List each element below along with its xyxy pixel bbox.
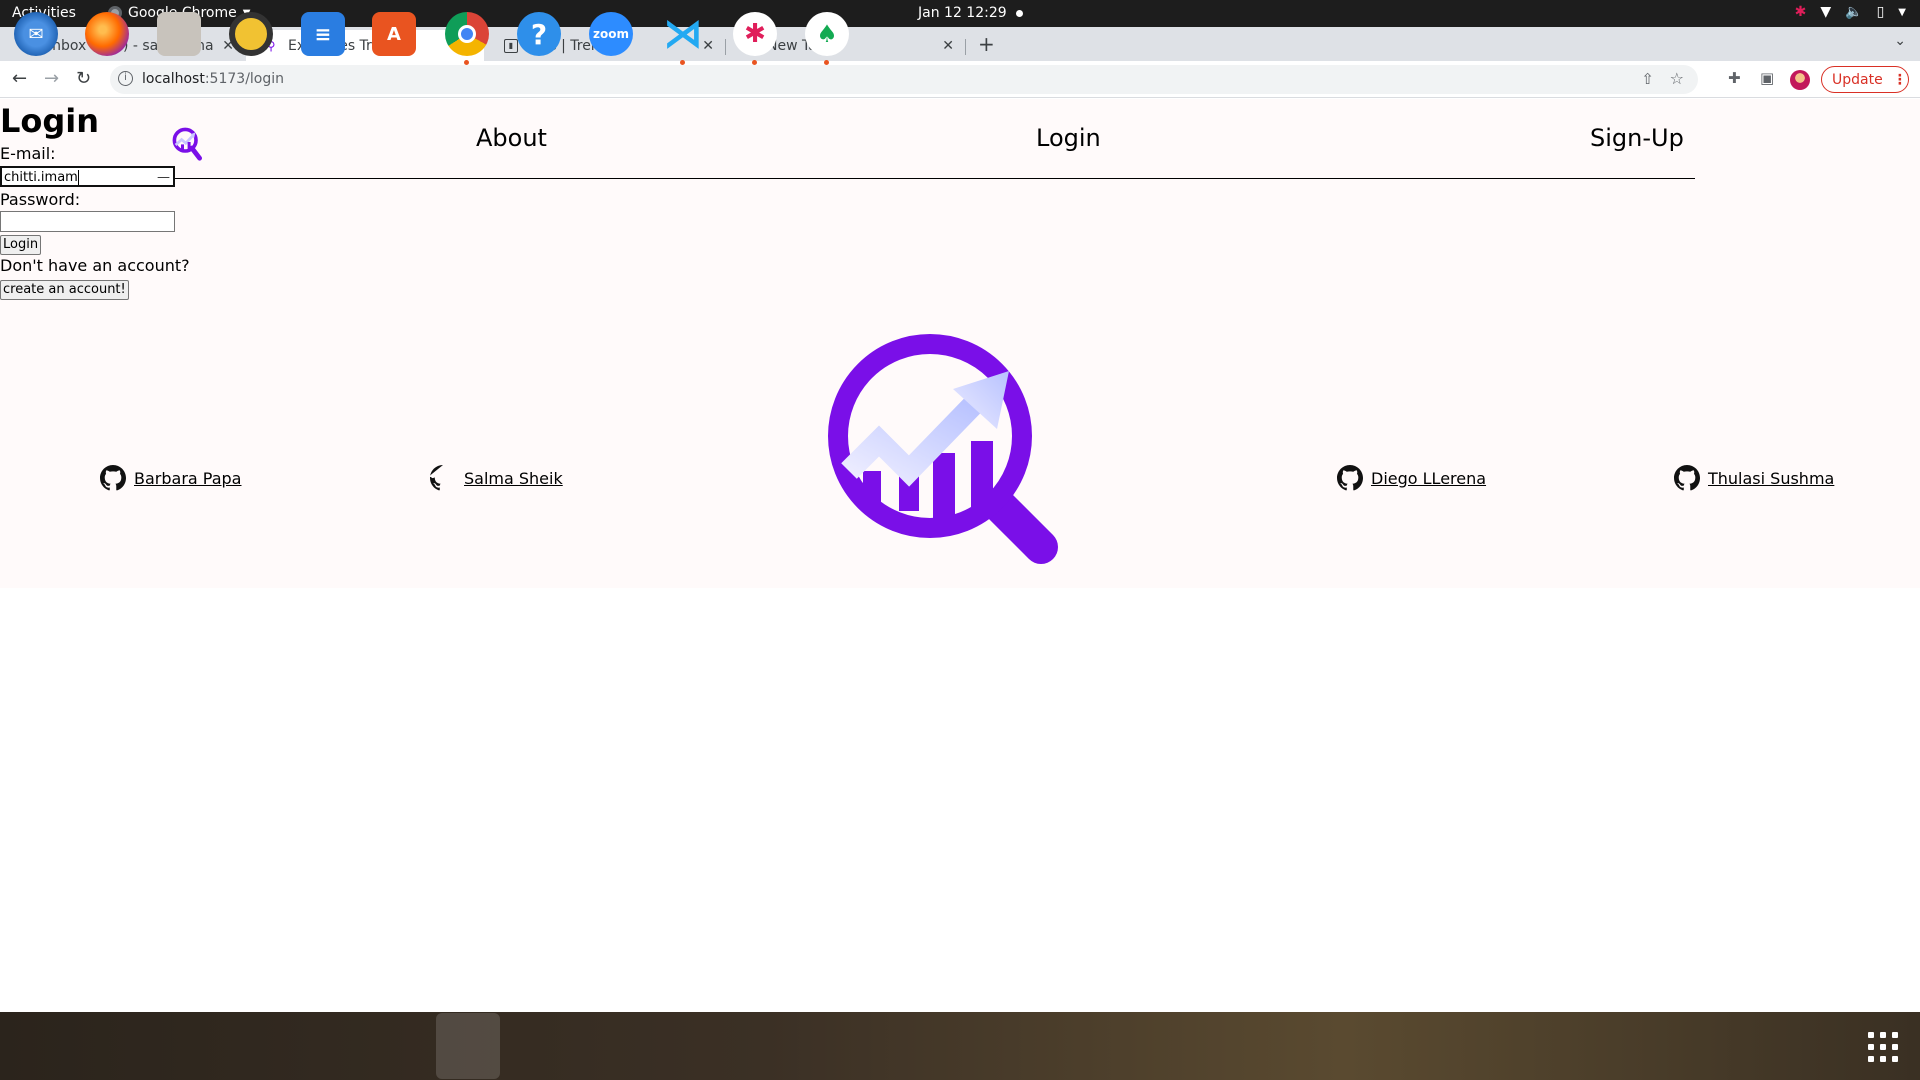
side-panel-icon[interactable]: ▣ (1760, 69, 1774, 87)
close-icon[interactable]: ✕ (942, 38, 954, 54)
ubuntu-dock (0, 1012, 1920, 1080)
update-label: Update (1832, 71, 1883, 88)
zoom-label: zoom (593, 27, 629, 41)
thunderbird-icon[interactable]: ✉ (14, 12, 58, 56)
notification-dot-icon (1016, 10, 1023, 17)
more-vert-icon: ⋮ (1892, 71, 1907, 88)
nav-divider (175, 178, 1695, 179)
trello-icon: ▮ (504, 38, 518, 53)
new-tab-button[interactable]: + (978, 32, 995, 56)
autofill-icon[interactable]: — (157, 168, 170, 187)
no-account-text: Don't have an account? (0, 256, 190, 275)
password-label: Password: (0, 190, 81, 209)
contributor-link[interactable]: Barbara Papa (100, 465, 241, 491)
url-text[interactable]: localhost:5173/login (142, 71, 284, 87)
contributor-name: Diego LLerena (1371, 468, 1487, 488)
dock-active-highlight (436, 1013, 500, 1079)
contributor-name: Barbara Papa (134, 468, 242, 488)
profile-avatar[interactable] (1790, 70, 1810, 90)
back-arrow-icon[interactable]: ← (12, 68, 27, 89)
help-icon[interactable]: ? (517, 12, 561, 56)
nav-link-about[interactable]: About (476, 124, 547, 152)
nav-link-login[interactable]: Login (1036, 124, 1101, 152)
extensions-puzzle-icon[interactable]: ✚ (1728, 69, 1741, 87)
battery-icon[interactable]: ▯ (1877, 4, 1885, 20)
bookmark-star-icon[interactable]: ☆ (1670, 69, 1684, 88)
page-blank-area (0, 588, 1920, 1012)
firefox-icon[interactable] (85, 12, 129, 56)
login-submit-button[interactable]: Login (0, 235, 42, 255)
contributor-link[interactable]: Diego LLerena (1337, 465, 1486, 491)
github-icon (430, 465, 443, 491)
wifi-icon[interactable]: ▼ (1820, 4, 1831, 20)
github-icon (1674, 465, 1700, 491)
site-info-icon[interactable]: i (118, 71, 133, 86)
login-heading: Login (0, 102, 100, 140)
browser-toolbar: ← → ↻ i localhost:5173/login ⇧ ☆ ✚ ▣ (0, 61, 1920, 98)
show-apps-grid-icon[interactable] (1868, 1032, 1898, 1062)
github-icon (1337, 465, 1363, 491)
share-icon[interactable]: ⇧ (1641, 70, 1654, 88)
email-label: E-mail: (0, 144, 56, 163)
slack-tray-icon[interactable]: ✱ (1795, 4, 1807, 20)
mongodb-compass-icon[interactable]: ♠ (805, 12, 849, 65)
vscode-icon[interactable]: ⋊ (661, 11, 705, 65)
contributor-link[interactable]: Thulasi Sushma (1674, 465, 1834, 491)
page-content: Login E-mail: chitti.imam — Password: Lo… (0, 99, 1920, 588)
slack-icon[interactable]: ✱ (733, 12, 777, 65)
nav-link-signup[interactable]: Sign-Up (1590, 124, 1684, 152)
chrome-icon[interactable] (445, 12, 489, 65)
address-bar[interactable]: i localhost:5173/login ⇧ ☆ (110, 65, 1698, 94)
forward-arrow-icon[interactable]: → (44, 68, 59, 89)
system-top-bar: Activities Google Chrome ▼ Jan 12 12:29 … (0, 0, 1920, 27)
github-icon (100, 465, 126, 491)
tab-title: New Tab (767, 37, 826, 54)
tab-strip: M Inbox (140) - salma.shaikh ✕ ⚲ Expence… (0, 27, 1920, 61)
tab-search-icon[interactable]: ⌄ (1894, 33, 1906, 49)
zoom-icon[interactable]: zoom (589, 12, 633, 56)
create-account-button[interactable]: create an account! (0, 280, 129, 300)
reload-icon[interactable]: ↻ (76, 68, 91, 89)
email-field[interactable]: chitti.imam — (0, 166, 175, 187)
contributor-name: Salma Sheik (464, 468, 563, 488)
chevron-down-icon[interactable]: ▼ (1898, 7, 1906, 18)
nav-logo-icon[interactable] (172, 127, 202, 163)
rhythmbox-icon[interactable] (229, 12, 273, 56)
update-button[interactable]: Update ⋮ (1821, 66, 1909, 93)
clock[interactable]: Jan 12 12:29 (918, 5, 1007, 21)
app-center-icon[interactable]: A (372, 12, 416, 56)
writer-icon[interactable]: ≡ (301, 12, 345, 56)
system-tray[interactable]: ✱ ▼ 🔈 ▯ ▼ (1795, 4, 1906, 20)
email-value: chitti.imam (4, 170, 78, 185)
app-logo (828, 334, 1058, 564)
password-field[interactable] (0, 211, 175, 232)
files-icon[interactable] (157, 12, 201, 56)
tab-separator (965, 39, 966, 55)
contributor-name: Thulasi Sushma (1708, 468, 1835, 488)
contributor-link[interactable]: Salma Sheik (430, 465, 563, 491)
volume-icon[interactable]: 🔈 (1845, 4, 1862, 20)
